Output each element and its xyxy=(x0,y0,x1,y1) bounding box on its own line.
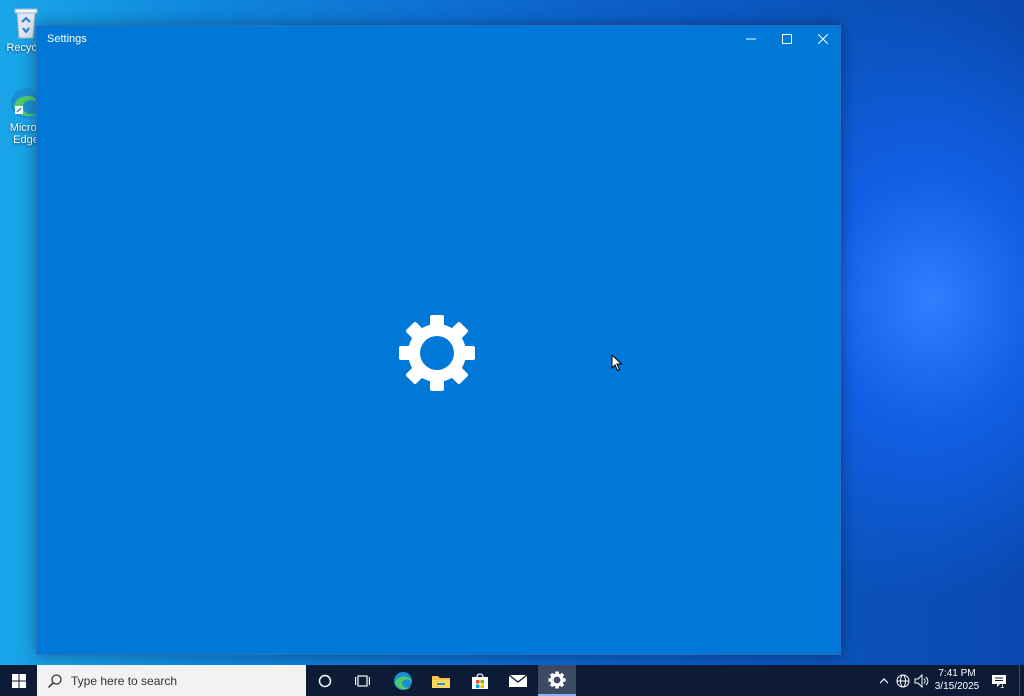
volume-button[interactable] xyxy=(913,665,931,696)
globe-icon xyxy=(896,674,910,687)
network-button[interactable] xyxy=(894,665,912,696)
taskbar-clock[interactable]: 7:41 PM 3/15/2025 xyxy=(932,667,982,695)
task-view-button[interactable] xyxy=(344,665,382,696)
edge-icon xyxy=(394,671,412,690)
taskbar-edge-button[interactable] xyxy=(384,665,422,696)
action-center-button[interactable]: 1 xyxy=(986,665,1012,696)
taskbar-settings-button[interactable] xyxy=(538,665,576,696)
speaker-icon xyxy=(914,673,929,688)
windows-logo-icon xyxy=(11,673,26,688)
close-icon xyxy=(818,34,828,44)
taskbar-search-box[interactable] xyxy=(37,665,306,696)
chevron-up-icon xyxy=(879,677,889,683)
mail-icon xyxy=(508,673,528,687)
minimize-icon xyxy=(746,38,756,40)
maximize-icon xyxy=(782,34,792,44)
gear-icon xyxy=(548,670,566,689)
settings-window: Settings xyxy=(36,25,841,655)
mouse-cursor-icon xyxy=(611,354,623,372)
notification-icon xyxy=(992,674,1006,687)
minimize-button[interactable] xyxy=(733,26,769,52)
close-button[interactable] xyxy=(805,26,841,52)
cortana-button[interactable] xyxy=(306,665,344,696)
taskbar-store-button[interactable] xyxy=(461,665,499,696)
clock-time: 7:41 PM xyxy=(938,668,976,679)
notification-count-badge: 1 xyxy=(1000,681,1005,690)
clock-date: 3/15/2025 xyxy=(934,681,980,692)
maximize-button[interactable] xyxy=(769,26,805,52)
folder-icon xyxy=(432,675,450,688)
cortana-icon xyxy=(318,674,332,687)
taskbar-file-explorer-button[interactable] xyxy=(422,665,460,696)
title-bar[interactable]: Settings xyxy=(37,26,840,52)
taskbar: 7:41 PM 3/15/2025 1 xyxy=(0,665,1024,696)
store-icon xyxy=(472,672,488,689)
window-title: Settings xyxy=(47,33,87,45)
gear-icon xyxy=(399,315,475,391)
taskbar-mail-button[interactable] xyxy=(499,665,537,696)
search-input[interactable] xyxy=(71,673,291,688)
show-hidden-icons-button[interactable] xyxy=(875,665,893,696)
task-view-icon xyxy=(355,674,370,687)
start-button[interactable] xyxy=(0,665,37,696)
search-icon xyxy=(47,673,62,688)
show-desktop-button[interactable] xyxy=(1019,665,1024,696)
